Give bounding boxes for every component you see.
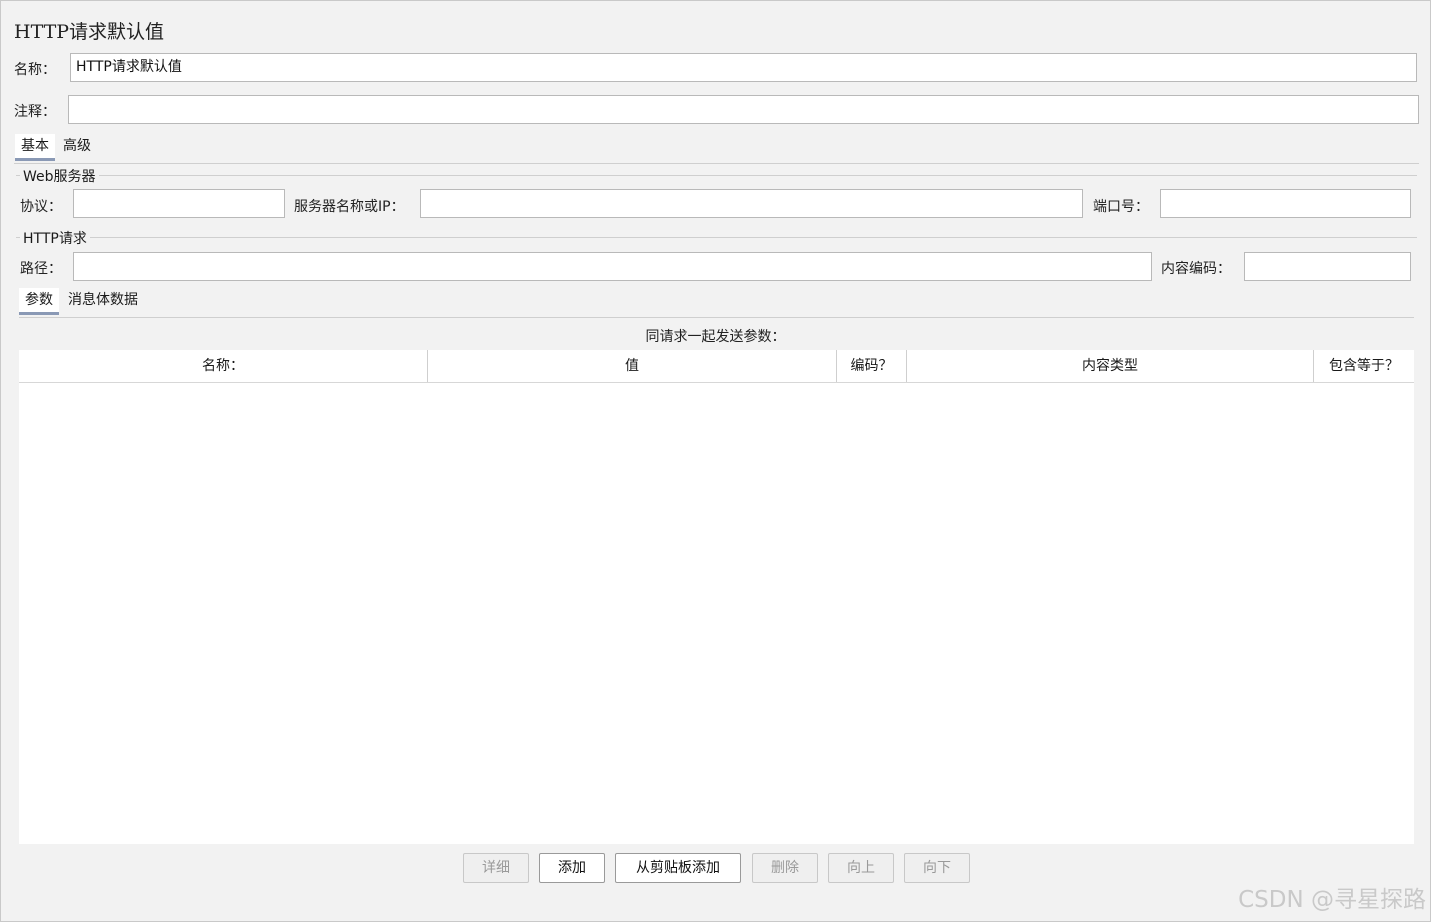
- name-label: 名称：: [14, 62, 56, 78]
- column-header-value[interactable]: 值: [428, 350, 837, 382]
- add-button[interactable]: 添加: [539, 853, 605, 883]
- http-request-group-border: [16, 237, 1417, 238]
- path-label: 路径：: [20, 261, 62, 277]
- encoding-label: 内容编码：: [1161, 261, 1231, 277]
- port-label: 端口号：: [1093, 199, 1149, 215]
- server-input[interactable]: [420, 189, 1083, 218]
- web-server-group-border: [16, 175, 1417, 176]
- protocol-label: 协议：: [20, 199, 62, 215]
- port-input[interactable]: [1160, 189, 1411, 218]
- page-title: HTTP请求默认值: [14, 21, 165, 43]
- move-up-button[interactable]: 向上: [828, 853, 894, 883]
- encoding-input[interactable]: [1244, 252, 1411, 281]
- params-table[interactable]: 名称： 值 编码？ 内容类型 包含等于？: [19, 350, 1414, 844]
- http-request-group-title: HTTP请求: [20, 228, 90, 248]
- column-header-include-equals[interactable]: 包含等于？: [1314, 350, 1414, 382]
- move-down-button[interactable]: 向下: [904, 853, 970, 883]
- comment-input[interactable]: [68, 95, 1419, 124]
- watermark: CSDN @寻星探路: [1238, 887, 1426, 913]
- params-caption: 同请求一起发送参数：: [645, 329, 786, 345]
- tab-divider: [14, 163, 1419, 164]
- path-input[interactable]: [73, 252, 1152, 281]
- detail-button[interactable]: 详细: [463, 853, 529, 883]
- add-from-clipboard-button[interactable]: 从剪贴板添加: [615, 853, 741, 883]
- protocol-input[interactable]: [73, 189, 285, 218]
- param-tab-divider: [19, 317, 1414, 318]
- column-header-content-type[interactable]: 内容类型: [907, 350, 1314, 382]
- column-header-encode[interactable]: 编码？: [837, 350, 907, 382]
- column-header-name[interactable]: 名称：: [19, 350, 428, 382]
- web-server-group-title: Web服务器: [20, 166, 99, 186]
- tab-advanced[interactable]: 高级: [57, 134, 97, 161]
- table-header: 名称： 值 编码？ 内容类型 包含等于？: [19, 350, 1414, 383]
- delete-button[interactable]: 删除: [752, 853, 818, 883]
- name-input[interactable]: HTTP请求默认值: [70, 53, 1417, 82]
- tab-parameters[interactable]: 参数: [19, 288, 59, 315]
- tab-basic[interactable]: 基本: [15, 134, 55, 161]
- tab-body-data[interactable]: 消息体数据: [62, 288, 144, 315]
- server-label: 服务器名称或IP：: [294, 199, 405, 215]
- comment-label: 注释：: [14, 104, 56, 120]
